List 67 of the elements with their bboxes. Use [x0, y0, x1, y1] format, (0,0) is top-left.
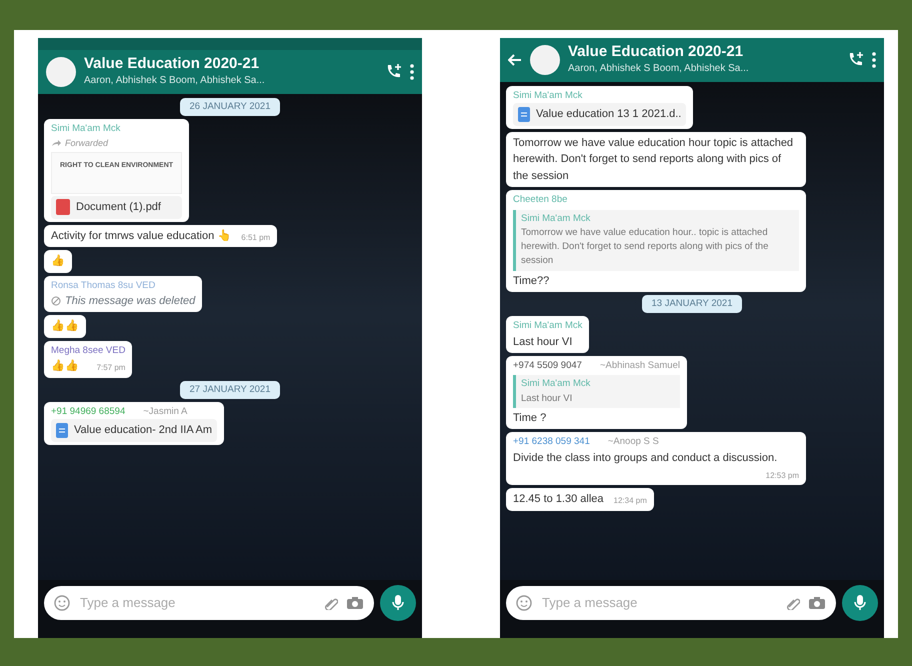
message-text: Activity for tmrws value education 👆: [51, 230, 232, 242]
quoted-author: Simi Ma'am Mck: [521, 212, 592, 226]
attach-icon[interactable]: [324, 596, 338, 610]
document-file-icon: [56, 422, 68, 438]
file-name: Value education 13 1 2021.d..: [536, 107, 682, 122]
message-time: 6:51 pm: [241, 232, 270, 244]
sender-name: +91 94969 68594: [51, 404, 126, 419]
file-attachment[interactable]: Document (1).pdf: [51, 196, 182, 218]
message-text: 👍👍: [51, 320, 79, 332]
menu-icon[interactable]: [410, 64, 414, 80]
avatar-circle[interactable]: [530, 45, 560, 75]
menu-icon[interactable]: [872, 52, 876, 68]
group-members: Aaron, Abhishek S Boom, Abhishek Sa...: [84, 74, 266, 88]
forwarded-label: Forwarded: [65, 136, 108, 150]
file-attachment[interactable]: Value education- 2nd IIA Am: [51, 419, 217, 442]
camera-icon[interactable]: [346, 596, 364, 610]
sender-name: Megha 8see VED: [51, 344, 126, 358]
message-time: 12:53 pm: [766, 470, 799, 482]
sender-alias: ~Anoop S S: [608, 435, 659, 450]
back-arrow-icon[interactable]: [508, 54, 522, 66]
blocked-icon: [51, 296, 61, 306]
camera-icon[interactable]: [808, 596, 826, 610]
attach-icon[interactable]: [786, 596, 800, 610]
emoji-icon[interactable]: [54, 595, 70, 611]
message-text: 12.45 to 1.30 allea: [513, 493, 604, 505]
message-text: Time ?: [513, 412, 546, 424]
forward-icon: [51, 139, 61, 148]
date-label: 27 JANUARY 2021: [180, 380, 280, 399]
sender-name: Ronsa Thomas 8su VED: [51, 278, 156, 292]
group-name[interactable]: Value Education 2020-21: [568, 44, 838, 61]
avatar-circle[interactable]: [46, 57, 76, 87]
message-time: 12:34 pm: [614, 495, 647, 507]
message-text: This message was deleted: [65, 294, 196, 309]
file-attachment[interactable]: Value education 13 1 2021.d..: [513, 103, 686, 126]
sender-alias: ~Abhinash Samuel: [600, 359, 680, 373]
emoji-icon[interactable]: [516, 595, 532, 611]
file-name: Value education- 2nd IIA Am: [74, 423, 212, 438]
date-label: 13 JANUARY 2021: [642, 295, 742, 314]
message-field[interactable]: Type a message: [506, 586, 836, 620]
sender-name: Simi Ma'am Mck: [513, 319, 582, 334]
quoted-text: Last hour VI: [521, 392, 574, 406]
message-text: Time??: [513, 274, 550, 286]
sender-alias: ~Jasmin A: [143, 404, 188, 419]
message-field[interactable]: Type a message: [44, 586, 374, 620]
group-name[interactable]: Value Education 2020-21: [84, 56, 376, 73]
message-text: 👍👍: [51, 360, 79, 372]
sender-name: Simi Ma'am Mck: [51, 122, 120, 136]
sender-name: +91 6238 059 341: [513, 435, 590, 450]
sender-name: Simi Ma'am Mck: [513, 89, 582, 103]
file-name: Document (1).pdf: [76, 200, 161, 215]
quoted-text: Tomorrow we have value education hour.. topic is attached herewith. Don't forget to send reports along with pics of the session: [521, 226, 770, 268]
pdf-file-icon: [56, 199, 70, 216]
message-text: Divide the class into groups and conduct a discussion.: [513, 452, 778, 464]
group-members: Aaron, Abhishek S Boom, Abhishek Sa...: [568, 62, 750, 76]
microphone-icon: [392, 595, 404, 611]
date-label: 26 JANUARY 2021: [180, 98, 280, 116]
microphone-icon: [854, 595, 866, 611]
sender-name: +974 5509 9047: [513, 359, 582, 373]
message-text: 👍: [51, 255, 65, 267]
sender-name: Cheeten 8be: [513, 193, 568, 208]
document-file-icon: [518, 107, 530, 122]
microphone-button[interactable]: [380, 585, 416, 621]
microphone-button[interactable]: [842, 585, 878, 621]
message-text: Last hour VI: [513, 336, 572, 348]
message-time: 7:57 pm: [96, 362, 126, 374]
message-text: Tomorrow we have value education hour topic is attached herewith. Don't forget to send reports along with pics of the session: [513, 136, 794, 182]
quoted-author: Simi Ma'am Mck: [521, 377, 592, 392]
